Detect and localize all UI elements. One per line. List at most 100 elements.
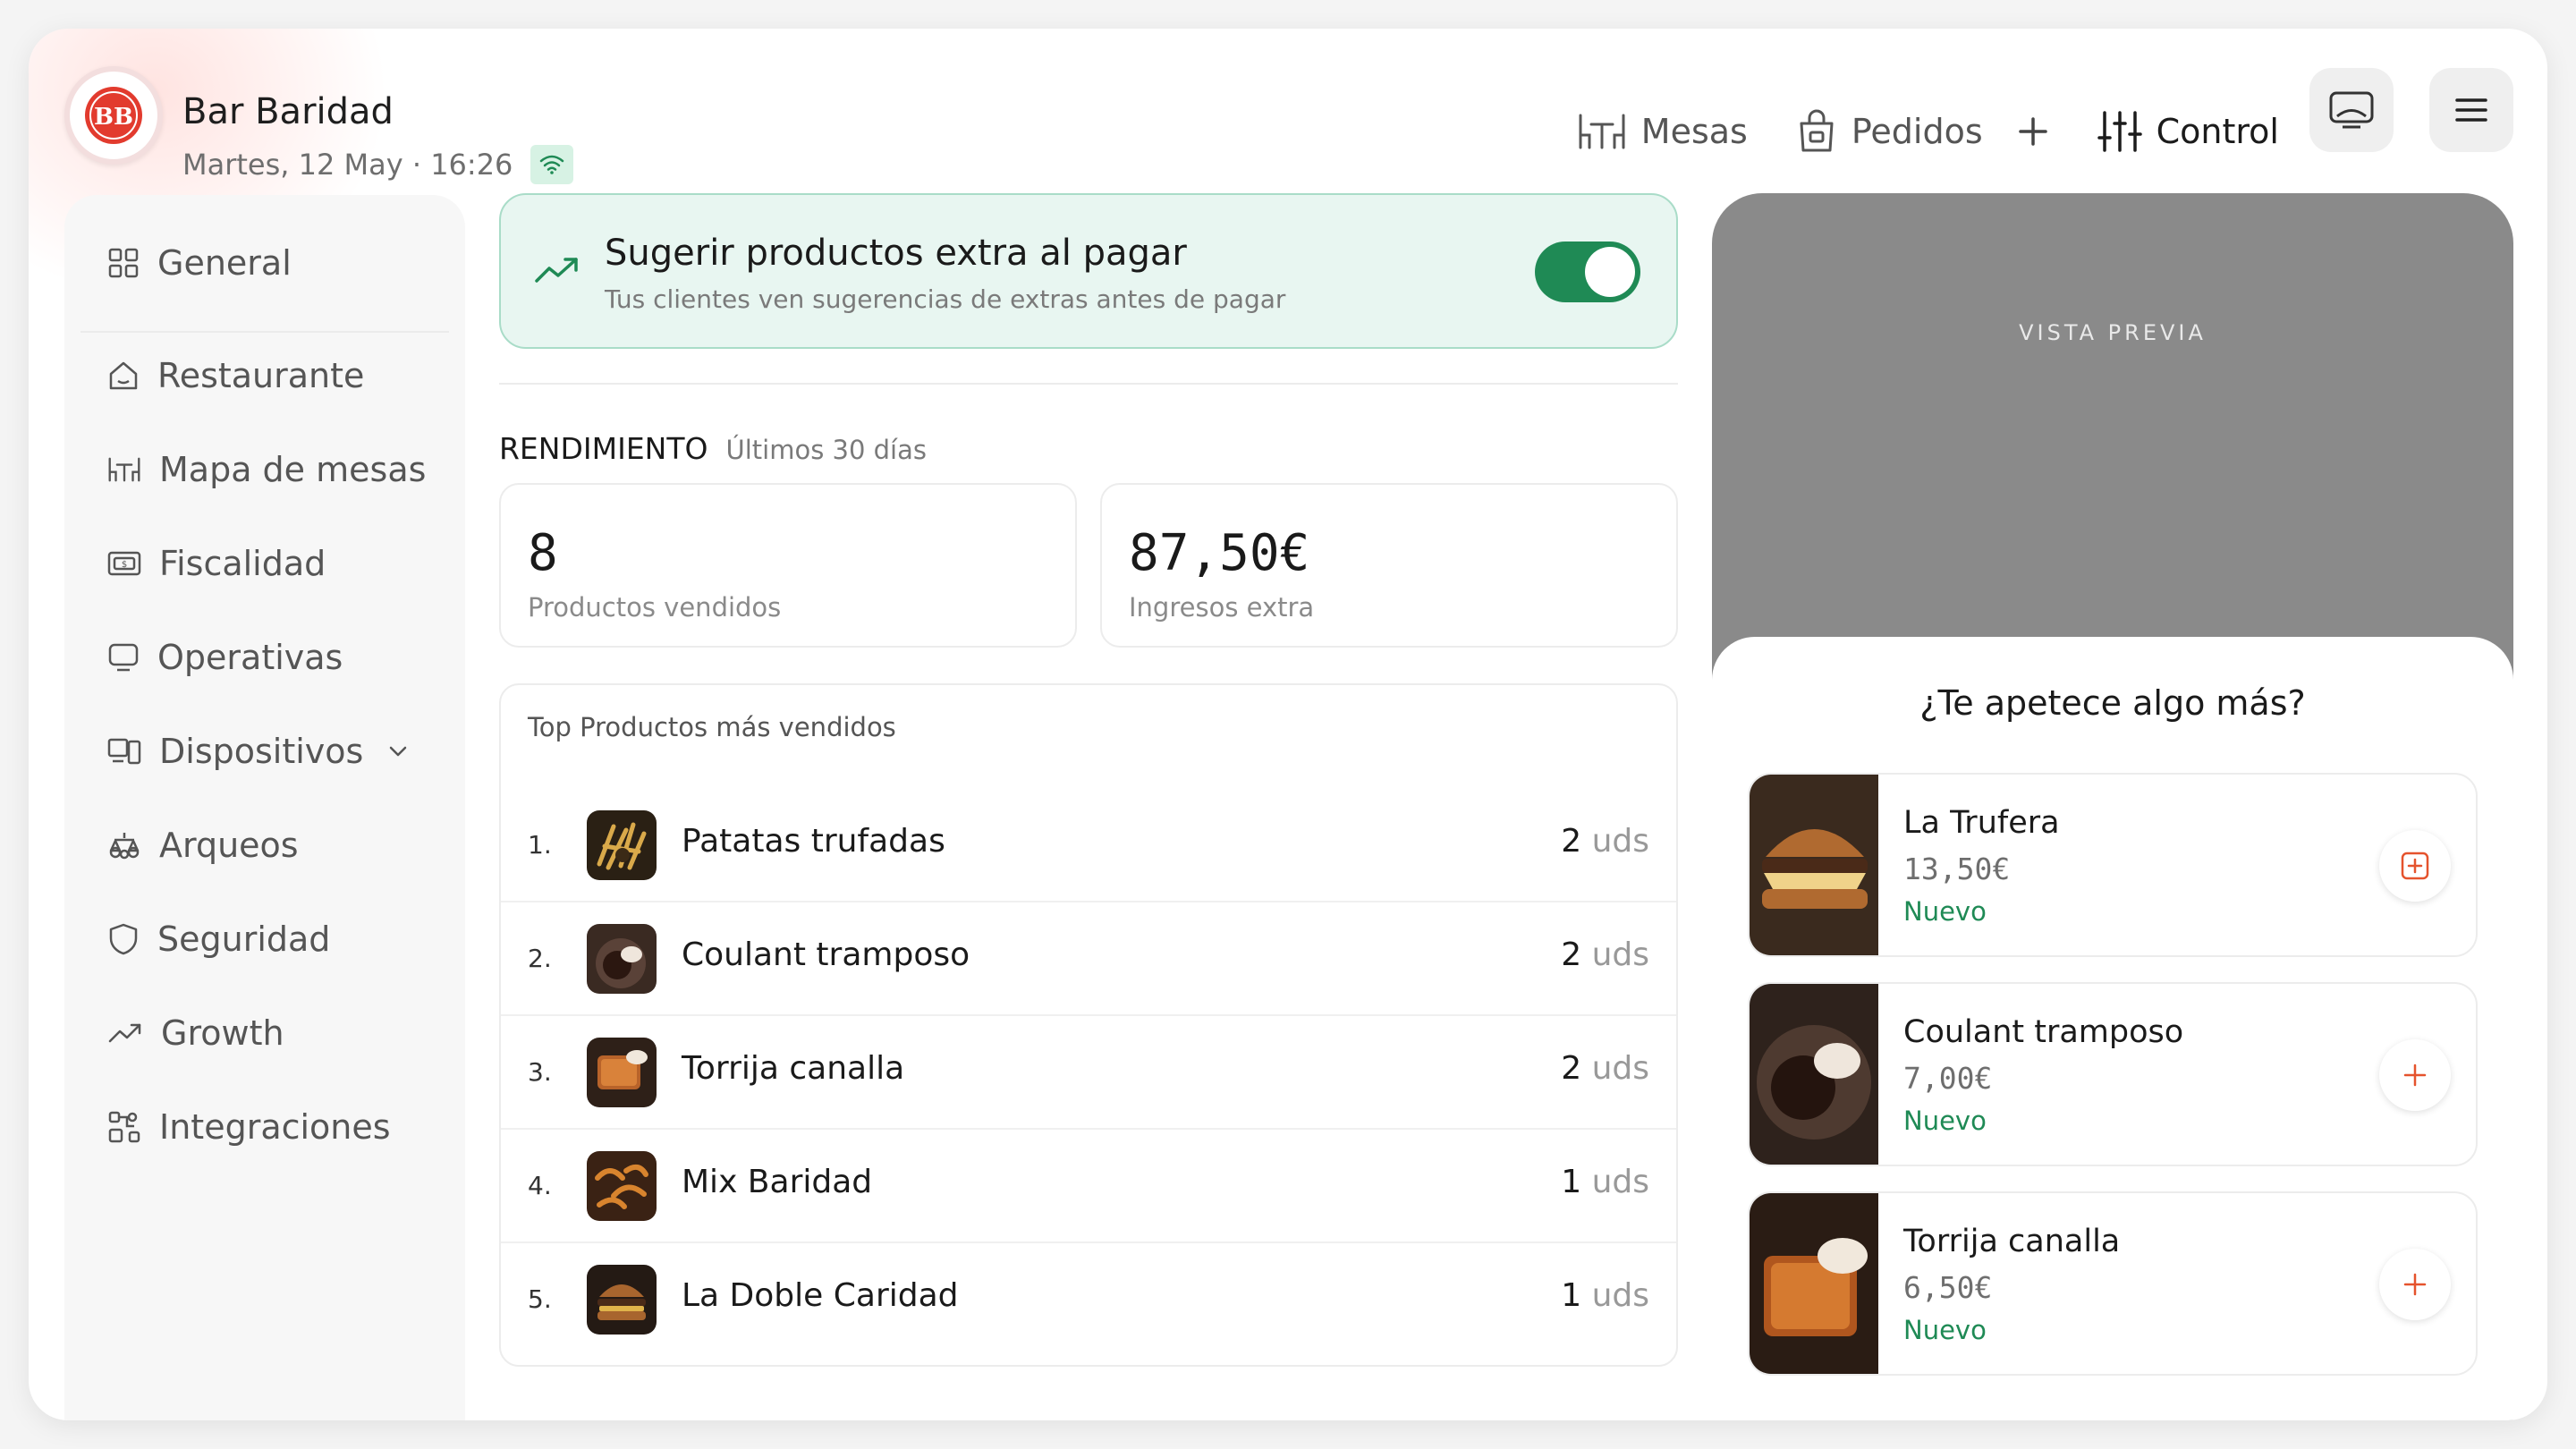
plus-icon[interactable] — [2017, 115, 2049, 148]
table-row[interactable]: 2. Coulant tramposo 2 uds — [501, 902, 1676, 1016]
date-time-row: Martes, 12 May · 16:26 — [182, 145, 574, 184]
sidebar-item-seguridad[interactable]: Seguridad — [107, 919, 330, 959]
new-badge: Nuevo — [1903, 1315, 1987, 1345]
product-name: Coulant tramposo — [682, 936, 970, 973]
integrations-icon — [108, 1111, 140, 1143]
product-thumbnail — [587, 924, 657, 994]
chevron-down-icon[interactable] — [386, 740, 410, 763]
row-rank: 1. — [528, 830, 552, 860]
nav-control-label: Control — [2156, 112, 2279, 151]
upsell-product-card[interactable]: Coulant tramposo 7,00€ Nuevo — [1748, 982, 2478, 1166]
sidebar-item-label: Arqueos — [159, 826, 299, 865]
performance-period: Últimos 30 días — [725, 435, 927, 465]
stat-caption: Productos vendidos — [528, 592, 782, 623]
monitor-icon — [108, 643, 139, 672]
product-name: Torrija canalla — [682, 1050, 905, 1087]
nav-control[interactable]: Control — [2097, 109, 2279, 154]
performance-label: RENDIMIENTO — [499, 431, 708, 466]
sidebar-item-operativas[interactable]: Operativas — [107, 638, 343, 677]
add-product-button[interactable] — [2379, 830, 2451, 902]
suggest-title: Sugerir productos extra al pagar — [605, 233, 1187, 274]
coulant-image — [587, 924, 657, 994]
devices-icon — [107, 738, 141, 765]
sidebar-item-label: Seguridad — [157, 919, 331, 959]
table-row[interactable]: 1. Patatas trufadas 2 uds — [501, 789, 1676, 902]
stat-card-products-sold: 8 Productos vendidos — [499, 483, 1077, 648]
sidebar-item-label: Restaurante — [157, 356, 365, 395]
sidebar-item-growth[interactable]: Growth — [107, 1013, 284, 1053]
sidebar-item-fiscalidad[interactable]: $ Fiscalidad — [107, 544, 326, 583]
restaurant-name: Bar Baridad — [182, 91, 394, 132]
product-thumbnail — [587, 810, 657, 880]
plus-icon — [2403, 1273, 2427, 1296]
sidebar-item-label: Growth — [161, 1013, 284, 1053]
receipt-icon: $ — [107, 551, 141, 576]
product-name: Torrija canalla — [1903, 1224, 2121, 1259]
plus-icon — [2403, 1063, 2427, 1087]
product-price: 6,50€ — [1903, 1270, 1993, 1305]
row-rank: 5. — [528, 1284, 552, 1314]
table-row[interactable]: 5. La Doble Caridad 1 uds — [501, 1243, 1676, 1357]
sidebar-item-label: General — [157, 243, 292, 283]
row-rank: 4. — [528, 1171, 552, 1200]
sidebar-item-arqueos[interactable]: Arqueos — [107, 826, 299, 865]
upsell-product-card[interactable]: Torrija canalla 6,50€ Nuevo — [1748, 1191, 2478, 1376]
sidebar-item-restaurante[interactable]: Restaurante — [107, 356, 364, 395]
sidebar-item-general[interactable]: General — [107, 243, 292, 283]
sidebar-item-mapa-de-mesas[interactable]: Mapa de mesas — [107, 450, 426, 489]
trend-up-icon — [535, 258, 578, 283]
svg-text:$: $ — [122, 560, 127, 570]
svg-text:BB: BB — [94, 104, 133, 131]
burger-image — [1750, 775, 1878, 955]
sliders-icon — [2097, 111, 2142, 152]
stat-value: 8 — [528, 524, 558, 582]
display-toggle-button[interactable] — [2309, 68, 2394, 152]
product-qty: 2 uds — [1561, 1050, 1649, 1087]
wifi-icon — [540, 155, 564, 174]
screen-icon — [2329, 91, 2374, 129]
home-icon — [109, 361, 138, 390]
sidebar-item-dispositivos[interactable]: Dispositivos — [107, 732, 440, 771]
new-badge: Nuevo — [1903, 1106, 1987, 1136]
sidebar-divider — [80, 331, 449, 333]
top-products-card: Top Productos más vendidos 1. Patatas tr… — [499, 683, 1678, 1367]
burger-image — [587, 1265, 657, 1335]
table-row[interactable]: 4. Mix Baridad 1 uds — [501, 1130, 1676, 1243]
add-product-button[interactable] — [2379, 1249, 2451, 1320]
product-qty: 1 uds — [1561, 1277, 1649, 1314]
section-divider — [499, 383, 1678, 385]
nav-mesas[interactable]: Mesas — [1577, 112, 1748, 151]
menu-button[interactable] — [2429, 68, 2513, 152]
logo-icon: BB — [85, 87, 142, 144]
product-price: 7,00€ — [1903, 1061, 1993, 1096]
torrija-image — [587, 1038, 657, 1107]
nav-pedidos[interactable]: Pedidos — [1796, 109, 2049, 154]
product-name: Coulant tramposo — [1903, 1014, 2184, 1050]
product-thumbnail — [587, 1151, 657, 1221]
restaurant-logo[interactable]: BB — [64, 66, 163, 165]
app-window: BB Bar Baridad Martes, 12 May · 16:26 Me — [29, 29, 2547, 1420]
add-product-button[interactable] — [2379, 1039, 2451, 1111]
product-thumbnail — [587, 1265, 657, 1335]
suggest-extras-toggle[interactable] — [1535, 242, 1640, 302]
product-name: La Doble Caridad — [682, 1277, 959, 1314]
fries-image — [587, 810, 657, 880]
product-qty: 1 uds — [1561, 1164, 1649, 1200]
suggest-subtitle: Tus clientes ven sugerencias de extras a… — [605, 284, 1286, 314]
product-qty: 2 uds — [1561, 823, 1649, 860]
product-thumbnail — [587, 1038, 657, 1107]
shield-icon — [109, 923, 138, 955]
row-rank: 3. — [528, 1057, 552, 1087]
torrija-image — [1750, 1193, 1878, 1374]
stat-caption: Ingresos extra — [1129, 592, 1315, 623]
add-square-icon — [2401, 852, 2429, 880]
trend-icon — [108, 1023, 141, 1043]
sidebar-item-label: Dispositivos — [159, 732, 364, 771]
top-navigation: Mesas Pedidos Control — [1577, 109, 2279, 154]
sidebar-item-integraciones[interactable]: Integraciones — [107, 1107, 391, 1147]
table-row[interactable]: 3. Torrija canalla 2 uds — [501, 1016, 1676, 1130]
stat-value: 87,50€ — [1129, 524, 1310, 582]
stat-card-extra-revenue: 87,50€ Ingresos extra — [1100, 483, 1678, 648]
upsell-product-card[interactable]: La Trufera 13,50€ Nuevo — [1748, 773, 2478, 957]
new-badge: Nuevo — [1903, 896, 1987, 927]
